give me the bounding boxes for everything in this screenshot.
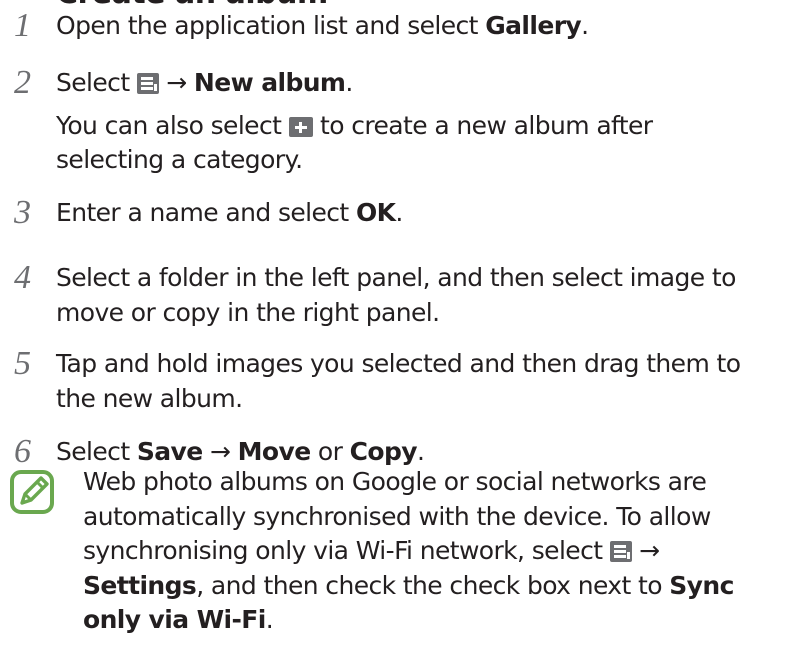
step-number: 6	[14, 433, 31, 470]
text-run: .	[345, 68, 353, 97]
menu-icon	[609, 541, 632, 562]
text-run: .	[395, 198, 403, 227]
menu-icon	[136, 73, 159, 94]
step-text-line: selecting a category.	[56, 144, 303, 176]
bold-term: New album	[193, 68, 346, 97]
text-run: Select a folder in the left panel, and t…	[56, 263, 736, 292]
text-run: Web photo albums on Google or social net…	[83, 467, 707, 496]
text-run: selecting a category.	[56, 145, 303, 174]
step-text-line: You can also select to create a new albu…	[56, 110, 653, 142]
text-run: →	[202, 437, 238, 466]
text-run: Enter a name and select	[56, 198, 356, 227]
text-run: , and then check the check box next to	[196, 571, 670, 600]
step-number: 5	[14, 345, 31, 382]
step-text-line: Tap and hold images you selected and the…	[56, 348, 741, 380]
text-run: to create a new album after	[312, 111, 653, 140]
step-text-line: Select → New album.	[56, 67, 353, 99]
step-text-line: the new album.	[56, 383, 243, 415]
text-run: Open the application list and select	[56, 11, 486, 40]
text-run: the new album.	[56, 384, 243, 413]
text-run: →	[158, 68, 194, 97]
bold-term: Sync	[669, 571, 734, 600]
step-text-line: move or copy in the right panel.	[56, 297, 440, 329]
step-number: 3	[14, 194, 31, 231]
step-text-line: Open the application list and select Gal…	[56, 10, 589, 42]
text-run: →	[631, 536, 660, 565]
bold-term: OK	[355, 198, 396, 227]
pencil-note-icon	[8, 468, 56, 516]
note-text-line: automatically synchronised with the devi…	[83, 501, 711, 533]
step-number: 1	[14, 7, 31, 44]
text-run: or	[310, 437, 350, 466]
bold-term: only via Wi-Fi	[83, 605, 266, 634]
step-text-line: Select Save → Move or Copy.	[56, 436, 425, 468]
text-run: Select	[56, 68, 137, 97]
text-run: move or copy in the right panel.	[56, 298, 440, 327]
text-run: .	[581, 11, 589, 40]
text-run: synchronising only via Wi-Fi network, se…	[83, 536, 610, 565]
text-run: .	[416, 437, 425, 466]
note-text-line: synchronising only via Wi-Fi network, se…	[83, 535, 660, 567]
step-text-line: Select a folder in the left panel, and t…	[56, 262, 736, 294]
text-run: automatically synchronised with the devi…	[83, 502, 711, 531]
text-run: .	[265, 605, 274, 634]
step-number: 4	[14, 259, 31, 296]
note-text-line: only via Wi-Fi.	[83, 604, 274, 636]
bold-term: Copy	[349, 437, 418, 466]
plus-icon	[288, 117, 313, 137]
bold-term: Save	[136, 437, 203, 466]
step-text-line: Enter a name and select OK.	[56, 197, 403, 229]
note-text-line: Web photo albums on Google or social net…	[83, 466, 707, 498]
text-run: Select	[56, 437, 137, 466]
bold-term: Move	[237, 437, 312, 466]
bold-term: Gallery	[485, 11, 582, 40]
bold-term: Settings	[83, 571, 197, 600]
text-run: Tap and hold images you selected and the…	[56, 349, 741, 378]
text-run: You can also select	[56, 111, 289, 140]
step-number: 2	[14, 64, 31, 101]
note-text-line: Settings, and then check the check box n…	[83, 570, 734, 602]
